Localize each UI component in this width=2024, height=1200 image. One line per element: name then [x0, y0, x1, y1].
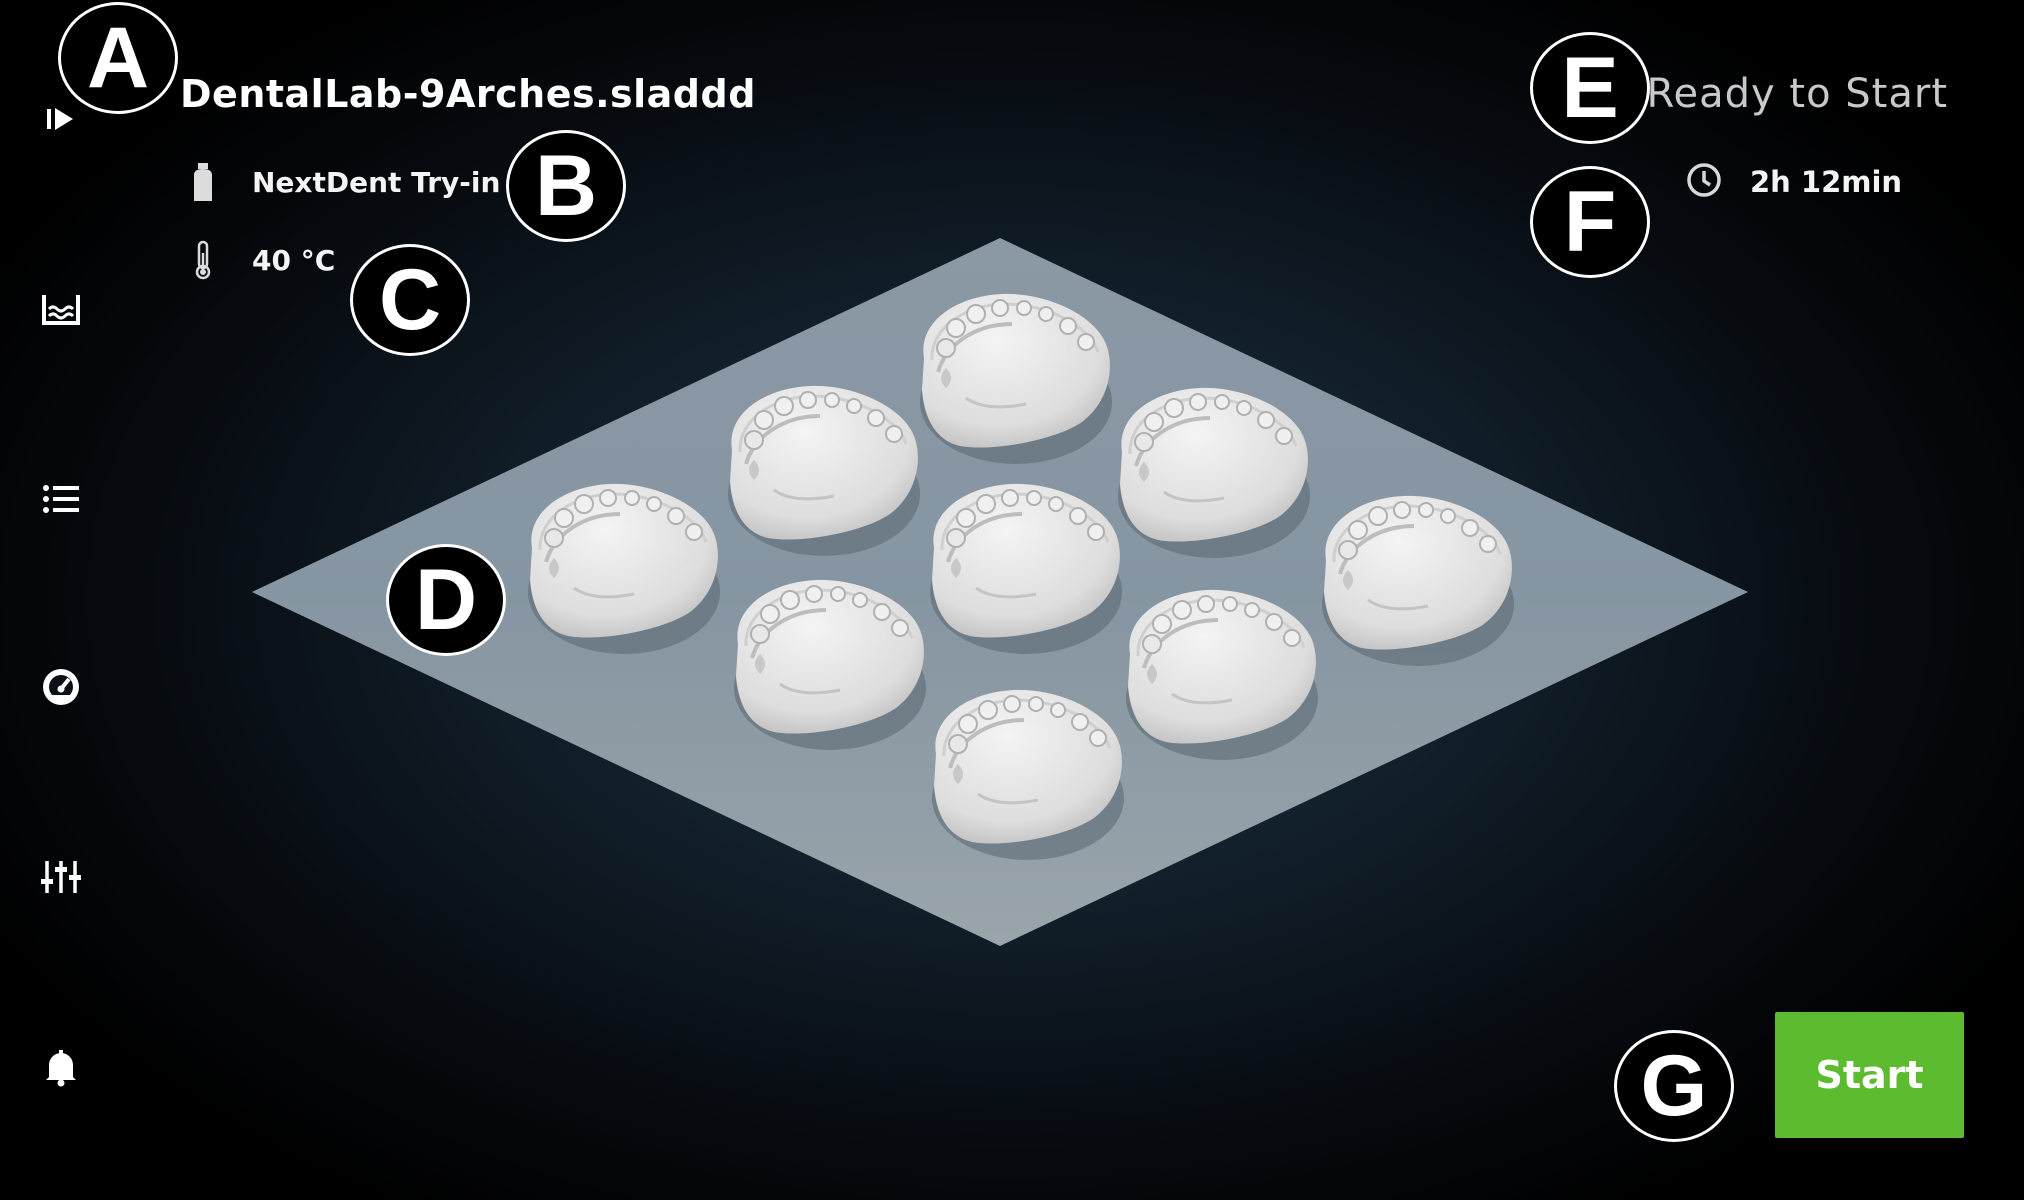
dental-arch-model[interactable]	[930, 687, 1126, 862]
dental-arch-model[interactable]	[526, 481, 722, 656]
callout-d: D	[386, 544, 506, 656]
callout-e: E	[1530, 32, 1650, 144]
callout-a: A	[58, 2, 178, 114]
dental-arch-model[interactable]	[726, 383, 922, 558]
callout-g: G	[1614, 1030, 1734, 1142]
dental-arch-model[interactable]	[928, 481, 1124, 656]
dental-arch-model[interactable]	[1116, 385, 1312, 560]
callout-f: F	[1530, 166, 1650, 278]
callout-c: C	[350, 244, 470, 356]
callout-b: B	[506, 130, 626, 242]
build-plate-preview[interactable]	[0, 0, 2024, 1200]
start-button[interactable]: Start	[1775, 1012, 1964, 1138]
dental-arch-model[interactable]	[918, 291, 1114, 466]
dental-arch-model[interactable]	[1320, 493, 1516, 668]
dental-arch-model[interactable]	[1124, 587, 1320, 762]
dental-arch-model[interactable]	[732, 577, 928, 752]
